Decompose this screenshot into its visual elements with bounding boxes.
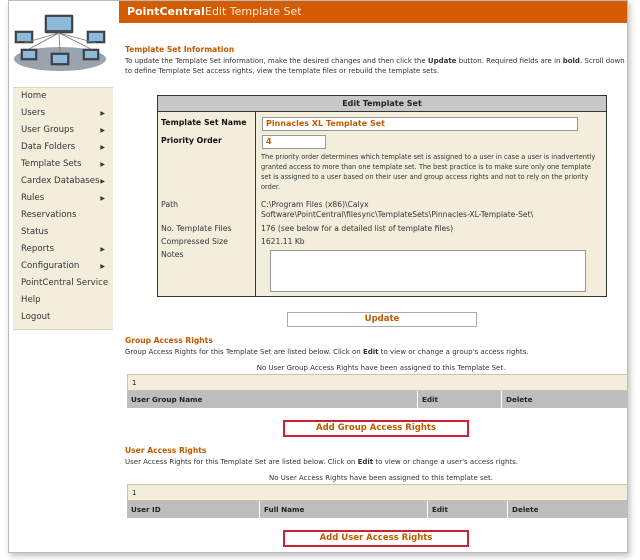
edit-panel-heading: Edit Template Set (158, 96, 606, 112)
column-header: User ID (131, 505, 161, 514)
edit-template-set-panel: Edit Template Set Template Set Name Pinn… (157, 95, 607, 297)
notes-textarea[interactable] (270, 250, 586, 292)
sidebar-item-label: PointCentral Service (21, 278, 109, 288)
sidebar-item-template-sets[interactable]: Template Sets ▶ (13, 156, 113, 173)
template-set-name-input[interactable]: Pinnacles XL Template Set (262, 117, 578, 131)
add-group-access-rights-button[interactable]: Add Group Access Rights (283, 420, 469, 437)
sidebar-item-logout[interactable]: Logout (13, 309, 113, 326)
files-label: No. Template Files (161, 224, 232, 233)
sidebar-item-label: Logout (21, 312, 51, 322)
section-description: User Access Rights for this Template Set… (125, 457, 625, 467)
user-rights-empty-note: No User Access Rights have been assigned… (269, 474, 493, 482)
sidebar-item-label: Cardex Databases (21, 176, 100, 186)
sidebar-item-label: Help (21, 295, 41, 305)
sidebar-item-help[interactable]: Help (13, 292, 113, 309)
desc-text: To update the Template Set information, … (125, 57, 428, 65)
column-header: User Group Name (131, 395, 203, 404)
info-section: Template Set Information To update the T… (125, 45, 625, 76)
sidebar-item-label: User Groups (21, 125, 74, 135)
chevron-right-icon: ▶ (100, 178, 105, 185)
table-header-row: User Group Name Edit Delete (127, 391, 627, 408)
sidebar-item-pointcentral-service[interactable]: PointCentral Service (13, 275, 113, 292)
section-title: User Access Rights (125, 446, 207, 455)
page-title: Edit Template Set (205, 5, 302, 18)
sidebar-item-users[interactable]: Users ▶ (13, 105, 113, 122)
user-rights-table: 1 User ID Full Name Edit Delete (127, 484, 627, 518)
sidebar-item-rules[interactable]: Rules ▶ (13, 190, 113, 207)
section-description: To update the Template Set information, … (125, 56, 625, 76)
sidebar-item-label: Configuration (21, 261, 80, 271)
group-rights-table: 1 User Group Name Edit Delete (127, 374, 627, 408)
sidebar-item-status[interactable]: Status (13, 224, 113, 241)
app-frame: Home Users ▶ User Groups ▶ Data Folders ▶ T… (8, 0, 628, 553)
user-rights-section: User Access Rights User Access Rights fo… (125, 446, 625, 467)
desc-text: to view or change a group's access right… (378, 348, 529, 356)
priority-label: Priority Order (161, 136, 222, 145)
path-value-line1: C:\Program Files (x86)\Calyx (261, 200, 369, 209)
update-button[interactable]: Update (287, 312, 477, 327)
section-description: Group Access Rights for this Template Se… (125, 347, 625, 357)
chevron-right-icon: ▶ (100, 263, 105, 270)
desc-text: Group Access Rights for this Template Se… (125, 348, 363, 356)
chevron-right-icon: ▶ (100, 246, 105, 253)
section-title: Template Set Information (125, 45, 235, 54)
sidebar-item-label: Rules (21, 193, 45, 203)
chevron-right-icon: ▶ (100, 127, 105, 134)
desc-text: button. Required fields are in (456, 57, 563, 65)
sidebar-item-data-folders[interactable]: Data Folders ▶ (13, 139, 113, 156)
column-header: Edit (427, 501, 507, 518)
sidebar-item-label: Home (21, 91, 47, 101)
add-user-access-rights-button[interactable]: Add User Access Rights (283, 530, 469, 547)
chevron-right-icon: ▶ (100, 161, 105, 168)
column-header: Delete (501, 391, 627, 408)
sidebar-item-label: Reservations (21, 210, 77, 220)
sidebar-item-user-groups[interactable]: User Groups ▶ (13, 122, 113, 139)
sidebar-nav: Home Users ▶ User Groups ▶ Data Folders ▶ T… (13, 87, 113, 330)
desc-bold: Update (427, 57, 457, 65)
chevron-right-icon: ▶ (100, 110, 105, 117)
column-header: Full Name (259, 501, 427, 518)
chevron-right-icon: ▶ (100, 195, 105, 202)
section-title: Group Access Rights (125, 336, 213, 345)
desc-text: to view or change a user's access rights… (373, 458, 519, 466)
sidebar-item-label: Template Sets (21, 159, 82, 169)
files-value: 176 (see below for a detailed list of te… (261, 224, 454, 233)
sidebar-item-label: Users (21, 108, 46, 118)
sidebar-item-reports[interactable]: Reports ▶ (13, 241, 113, 258)
desc-bold: Edit (362, 348, 379, 356)
priority-order-input[interactable]: 4 (262, 135, 326, 149)
sidebar-item-reservations[interactable]: Reservations (13, 207, 113, 224)
chevron-right-icon: ▶ (100, 144, 105, 151)
group-rights-section: Group Access Rights Group Access Rights … (125, 336, 625, 357)
path-label: Path (161, 200, 179, 209)
table-header-row: User ID Full Name Edit Delete (127, 501, 627, 518)
notes-label: Notes (161, 250, 184, 259)
network-logo-icon (14, 14, 106, 71)
desc-text: User Access Rights for this Template Set… (125, 458, 358, 466)
sidebar: Home Users ▶ User Groups ▶ Data Folders ▶ T… (9, 1, 113, 552)
sidebar-item-label: Status (21, 227, 49, 237)
page-header: PointCentral Edit Template Set (119, 1, 627, 23)
table-count: 1 (127, 484, 627, 501)
desc-bold: Edit (357, 458, 374, 466)
sidebar-item-label: Data Folders (21, 142, 76, 152)
path-value-line2: Software\PointCentral\filesync\TemplateS… (261, 210, 534, 219)
sidebar-item-configuration[interactable]: Configuration ▶ (13, 258, 113, 275)
size-label: Compressed Size (161, 237, 228, 246)
brand-name: PointCentral (127, 5, 205, 18)
size-value: 1621.11 Kb (261, 237, 305, 246)
group-rights-empty-note: No User Group Access Rights have been as… (256, 364, 506, 372)
name-label: Template Set Name (161, 118, 247, 127)
desc-bold: bold (562, 57, 580, 65)
sidebar-item-cardex-databases[interactable]: Cardex Databases ▶ (13, 173, 113, 190)
sidebar-item-home[interactable]: Home (13, 88, 113, 105)
column-header: Delete (507, 501, 627, 518)
sidebar-item-label: Reports (21, 244, 54, 254)
priority-help-text: The priority order determines which temp… (261, 153, 596, 191)
table-count: 1 (127, 374, 627, 391)
column-header: Edit (417, 391, 501, 408)
